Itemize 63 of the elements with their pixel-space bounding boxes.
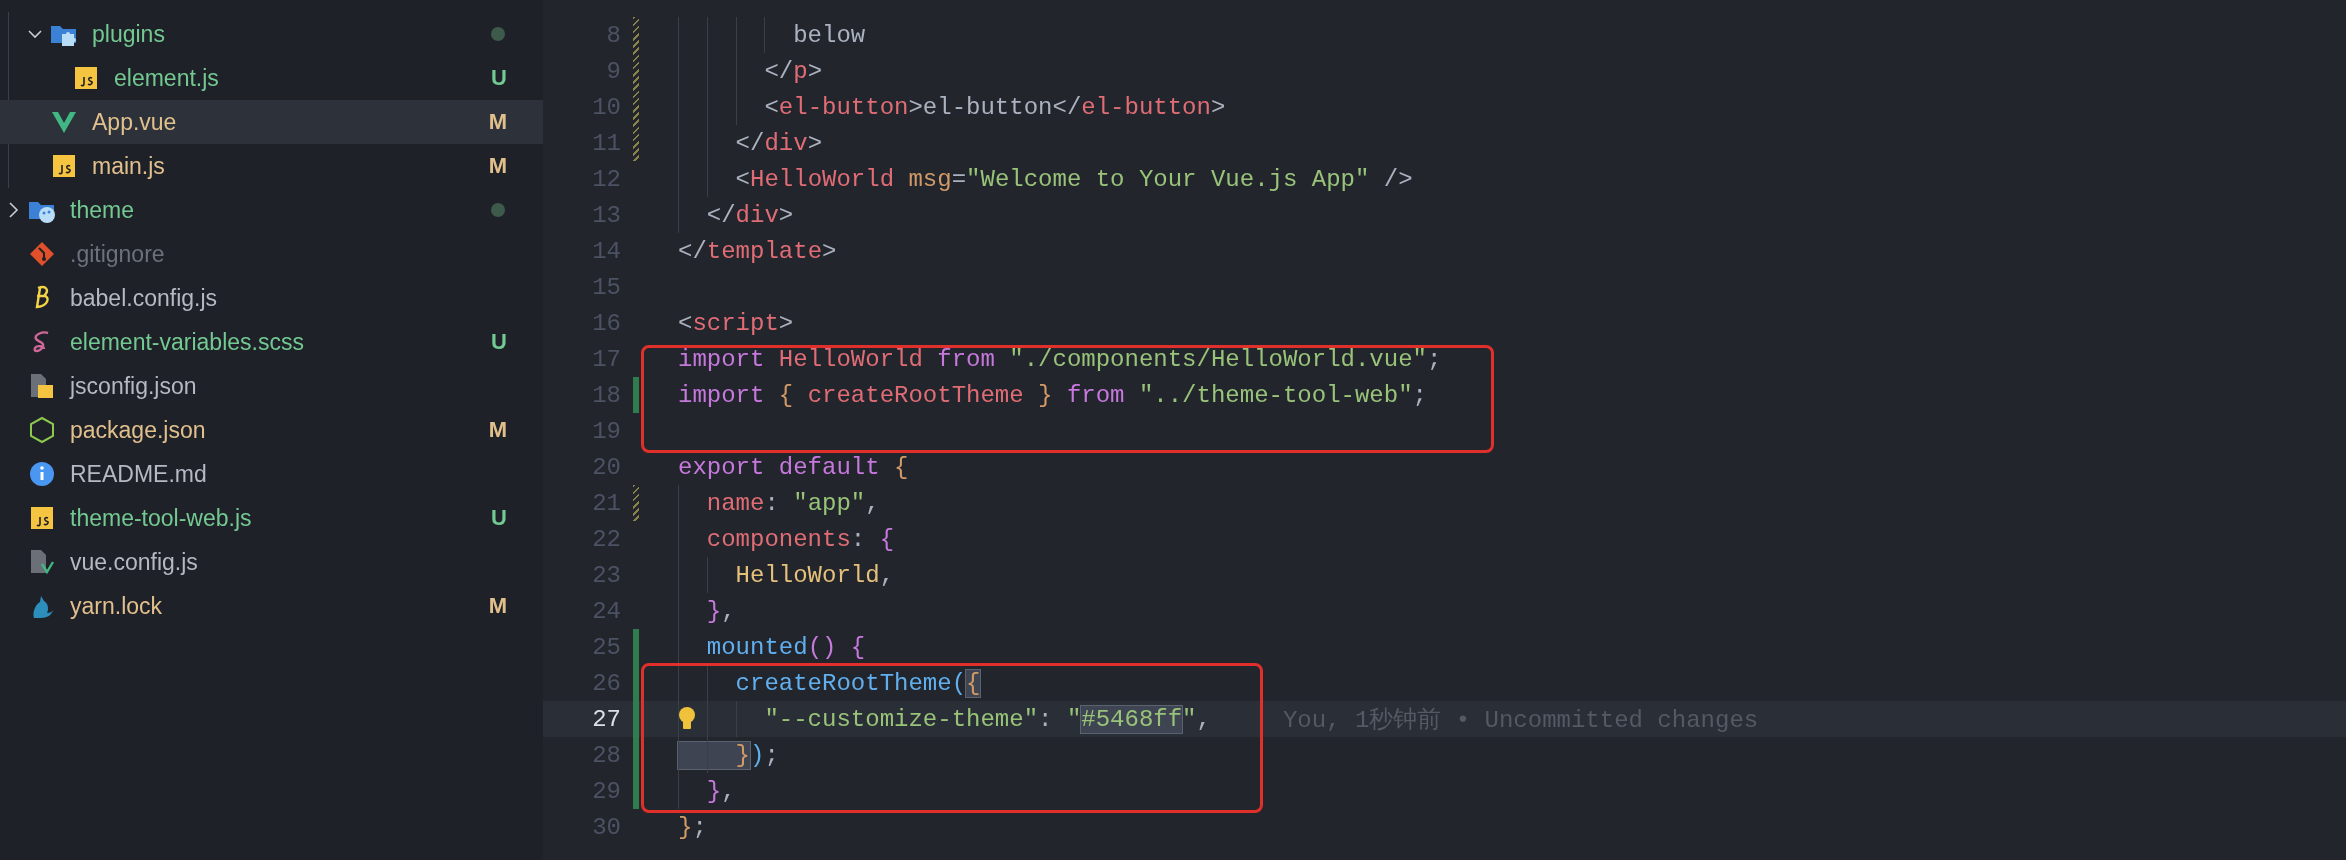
js-file-icon xyxy=(50,152,78,180)
file-tree-item[interactable]: jsconfig.json xyxy=(0,364,543,408)
code-line: <HelloWorld msg="Welcome to Your Vue.js App" /> xyxy=(678,161,1413,197)
file-tree-item[interactable]: theme xyxy=(0,188,543,232)
code-line: </div> xyxy=(678,197,794,233)
file-tree-item[interactable]: README.md xyxy=(0,452,543,496)
file-name: yarn.lock xyxy=(70,592,164,620)
code-line: HelloWorld, xyxy=(678,557,895,593)
file-name: theme-tool-web.js xyxy=(70,504,253,532)
file-tree-item[interactable]: element.js U xyxy=(0,56,543,100)
code-line: </p> xyxy=(678,53,823,89)
file-name: .gitignore xyxy=(70,240,166,268)
git-status-label: M xyxy=(488,593,507,619)
code-line: export default { xyxy=(678,452,909,483)
git-icon xyxy=(28,240,56,268)
file-name: element-variables.scss xyxy=(70,328,305,356)
code-line: import { createRootTheme } from "../theme-tool-web"; xyxy=(678,380,1427,411)
lightbulb-icon[interactable] xyxy=(676,706,698,732)
file-name: README.md xyxy=(70,460,208,488)
file-tree-item[interactable]: main.js M xyxy=(0,144,543,188)
git-status-label: U xyxy=(491,505,507,531)
info-icon xyxy=(28,460,56,488)
code-line: </div> xyxy=(678,125,823,161)
git-status-label: M xyxy=(488,109,507,135)
file-tree-item[interactable]: plugins xyxy=(0,12,543,56)
file-name: main.js xyxy=(92,152,166,180)
code-line: import HelloWorld from "./components/HelloWorld.vue"; xyxy=(678,344,1442,375)
code-line: </template> xyxy=(678,236,837,267)
hexagon-icon xyxy=(28,416,56,444)
code-line: <script> xyxy=(678,308,794,339)
file-name: vue.config.js xyxy=(70,548,199,576)
git-status-label: U xyxy=(491,329,507,355)
code-line: name: "app", xyxy=(678,485,880,521)
code-line: }, xyxy=(678,773,736,809)
file-name: jsconfig.json xyxy=(70,372,198,400)
file-check-icon xyxy=(28,548,56,576)
file-tree-item[interactable]: babel.config.js xyxy=(0,276,543,320)
file-tree-item[interactable]: package.json M xyxy=(0,408,543,452)
line-number: 27 xyxy=(591,705,621,733)
file-tree-item[interactable]: theme-tool-web.js U xyxy=(0,496,543,540)
git-status-label: M xyxy=(488,153,507,179)
code-line: }, xyxy=(678,593,736,629)
code-line: }; xyxy=(678,812,707,843)
file-js-icon xyxy=(28,372,56,400)
file-tree-item[interactable]: element-variables.scss U xyxy=(0,320,543,364)
file-name: element.js xyxy=(114,64,220,92)
file-name: App.vue xyxy=(92,108,178,136)
js-file-icon xyxy=(28,504,56,532)
file-tree-item[interactable]: vue.config.js xyxy=(0,540,543,584)
file-name: theme xyxy=(70,196,135,224)
file-name: plugins xyxy=(92,20,166,48)
code-line: <el-button>el-button</el-button> xyxy=(678,89,1226,125)
file-tree-item[interactable]: App.vue M xyxy=(0,100,543,144)
code-line: components: { xyxy=(678,521,895,557)
code-line: createRootTheme({ xyxy=(678,665,981,701)
file-name: babel.config.js xyxy=(70,284,219,312)
code-line: mounted() { xyxy=(678,629,866,665)
js-file-icon xyxy=(72,64,100,92)
file-name: package.json xyxy=(70,416,207,444)
file-tree-item[interactable]: yarn.lock M xyxy=(0,584,543,628)
git-status-label: U xyxy=(491,65,507,91)
code-line: below xyxy=(678,17,866,53)
git-status-label: M xyxy=(488,417,507,443)
